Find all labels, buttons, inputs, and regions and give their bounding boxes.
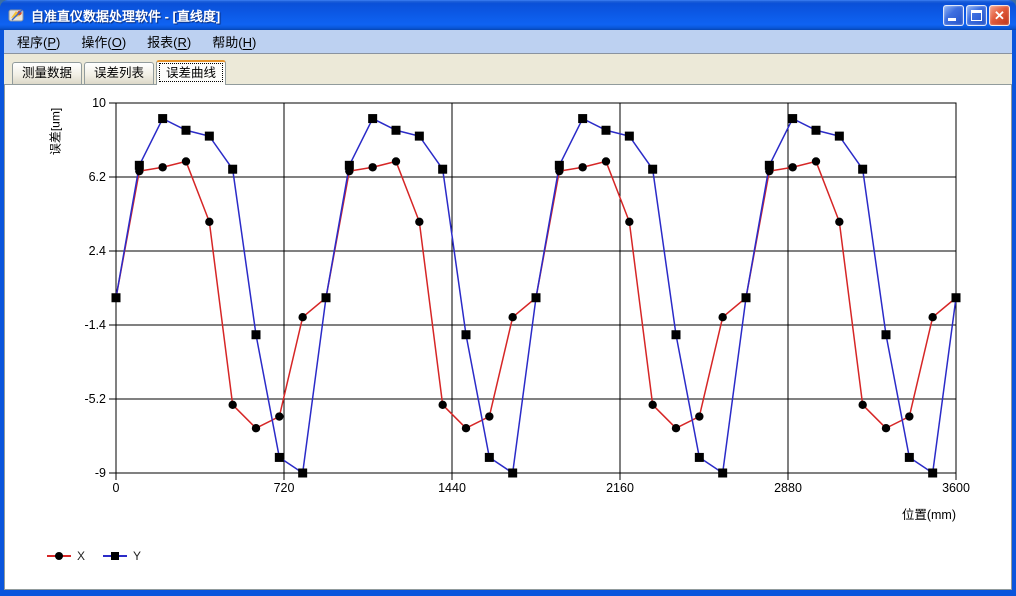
svg-text:3600: 3600 xyxy=(942,481,970,495)
legend-label-x: X xyxy=(77,549,85,563)
svg-text:720: 720 xyxy=(274,481,295,495)
chart-legend: X Y xyxy=(47,549,141,563)
svg-text:2880: 2880 xyxy=(774,481,802,495)
menu-operation[interactable]: 操作(O) xyxy=(81,32,126,51)
square-marker-icon xyxy=(111,552,119,560)
svg-text:6.2: 6.2 xyxy=(89,170,106,184)
svg-text:1440: 1440 xyxy=(438,481,466,495)
close-icon: ✕ xyxy=(990,6,1009,25)
close-button[interactable]: ✕ xyxy=(989,5,1010,26)
svg-text:-9: -9 xyxy=(95,466,106,480)
tab-error-curve[interactable]: 误差曲线 xyxy=(156,60,226,85)
y-axis-title: 误差[um] xyxy=(47,86,62,178)
series-y-swatch xyxy=(103,552,127,561)
svg-text:10: 10 xyxy=(92,96,106,110)
svg-text:2160: 2160 xyxy=(606,481,634,495)
maximize-icon xyxy=(971,10,982,21)
menu-program[interactable]: 程序(P) xyxy=(17,32,60,51)
menu-help[interactable]: 帮助(H) xyxy=(212,32,256,51)
minimize-button[interactable] xyxy=(943,5,964,26)
tab-strip: 测量数据 误差列表 误差曲线 xyxy=(4,54,1012,84)
window-title: 自准直仪数据处理软件 - [直线度] xyxy=(31,6,943,25)
app-icon xyxy=(8,6,26,24)
minimize-icon xyxy=(948,18,956,21)
title-bar: 自准直仪数据处理软件 - [直线度] ✕ xyxy=(0,0,1016,30)
legend-item-y: Y xyxy=(103,549,141,563)
x-axis-title: 位置(mm) xyxy=(902,504,956,523)
series-x-swatch xyxy=(47,552,71,561)
svg-text:-5.2: -5.2 xyxy=(84,392,106,406)
legend-label-y: Y xyxy=(133,549,141,563)
menu-bar: 程序(P) 操作(O) 报表(R) 帮助(H) xyxy=(4,30,1012,54)
error-curve-page: 10 6.2 2.4 -1.4 -5.2 -9 0 720 1440 2160 2880 3600 误… xyxy=(4,84,1012,590)
svg-text:-1.4: -1.4 xyxy=(84,318,106,332)
maximize-button[interactable] xyxy=(966,5,987,26)
legend-item-x: X xyxy=(47,549,85,563)
tab-error-list[interactable]: 误差列表 xyxy=(84,62,154,84)
tab-measure-data[interactable]: 测量数据 xyxy=(12,62,82,84)
app-window: 自准直仪数据处理软件 - [直线度] ✕ 程序(P) 操作(O) 报表(R) 帮… xyxy=(0,0,1016,596)
circle-marker-icon xyxy=(55,552,63,560)
menu-report[interactable]: 报表(R) xyxy=(147,32,191,51)
svg-text:0: 0 xyxy=(113,481,120,495)
error-curve-chart: 10 6.2 2.4 -1.4 -5.2 -9 0 720 1440 2160 2880 3600 xyxy=(5,85,1011,585)
svg-text:2.4: 2.4 xyxy=(89,244,106,258)
